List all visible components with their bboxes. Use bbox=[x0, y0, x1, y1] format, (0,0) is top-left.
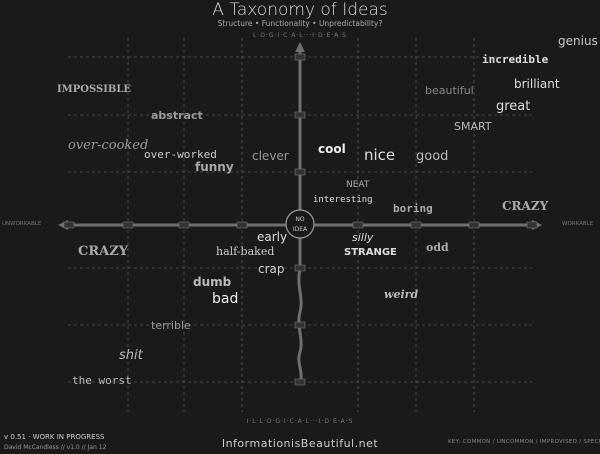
idea-word: early bbox=[257, 230, 288, 244]
idea-word: incredible bbox=[482, 53, 549, 66]
key-legend: KEY: COMMON / UNCOMMON / IMPROVISED / SP… bbox=[448, 439, 600, 445]
idea-word: clever bbox=[252, 149, 289, 163]
tick-box bbox=[468, 221, 480, 229]
idea-word: STRANGE bbox=[344, 247, 397, 258]
idea-word: beautiful bbox=[425, 84, 474, 97]
center-badge-line2: IDEA bbox=[293, 226, 308, 233]
idea-word: NEAT bbox=[346, 180, 370, 190]
tick-box bbox=[294, 168, 306, 176]
tick-box bbox=[63, 221, 75, 229]
idea-word: crap bbox=[258, 262, 285, 276]
idea-word: dumb bbox=[193, 275, 232, 289]
idea-word: half-baked bbox=[216, 245, 275, 258]
idea-word: good bbox=[416, 149, 449, 164]
idea-word: CRAZY bbox=[78, 244, 129, 259]
tick-box bbox=[294, 378, 306, 386]
idea-word: weird bbox=[384, 288, 419, 301]
center-badge: NO IDEA bbox=[285, 209, 315, 239]
idea-word: odd bbox=[426, 241, 449, 254]
idea-word: genius bbox=[558, 34, 598, 48]
tick-box bbox=[122, 221, 134, 229]
idea-word: IMPOSSIBLE bbox=[57, 84, 131, 95]
tick-box bbox=[294, 321, 306, 329]
axis-top-label: L·O·G·I·C·A·L···I·D·E·A·S bbox=[252, 32, 347, 39]
idea-word: brilliant bbox=[514, 77, 560, 91]
idea-word: shit bbox=[119, 348, 143, 363]
tick-box bbox=[294, 111, 306, 119]
y-axis-arrow-top bbox=[295, 42, 305, 52]
tick-box bbox=[294, 53, 306, 61]
tick-box bbox=[410, 221, 422, 229]
idea-word: interesting bbox=[313, 195, 373, 205]
idea-word: over-cooked bbox=[68, 138, 149, 153]
idea-word: nice bbox=[364, 146, 396, 164]
axis-left-label: UNWORKABLE bbox=[2, 221, 42, 227]
idea-word: silly bbox=[352, 231, 374, 244]
axis-right-label: WORKABLE bbox=[562, 221, 594, 227]
idea-word: abstract bbox=[151, 109, 203, 122]
idea-word: SMART bbox=[454, 120, 492, 133]
idea-word: bad bbox=[212, 291, 239, 307]
diagram-subtitle: Structure • Functionality • Unpredictabi… bbox=[217, 19, 383, 28]
tick-box bbox=[178, 221, 190, 229]
idea-word: boring bbox=[393, 202, 433, 215]
idea-word: over-worked bbox=[144, 148, 217, 161]
center-badge-line1: NO bbox=[295, 216, 304, 223]
tick-box bbox=[526, 221, 538, 229]
idea-word: the worst bbox=[72, 374, 132, 387]
idea-word: great bbox=[496, 99, 531, 114]
idea-word: cool bbox=[318, 142, 346, 156]
tick-box bbox=[236, 221, 248, 229]
idea-word: CRAZY bbox=[502, 199, 549, 213]
diagram-title: A Taxonomy of Ideas bbox=[212, 0, 388, 20]
axis-bottom-label: I·L·L·O·G·I·C·A·L···I·D·E·A·S bbox=[246, 418, 354, 425]
tick-box bbox=[294, 264, 306, 272]
idea-word: terrible bbox=[151, 319, 191, 332]
tick-box bbox=[352, 221, 364, 229]
idea-word: funny bbox=[195, 160, 234, 174]
